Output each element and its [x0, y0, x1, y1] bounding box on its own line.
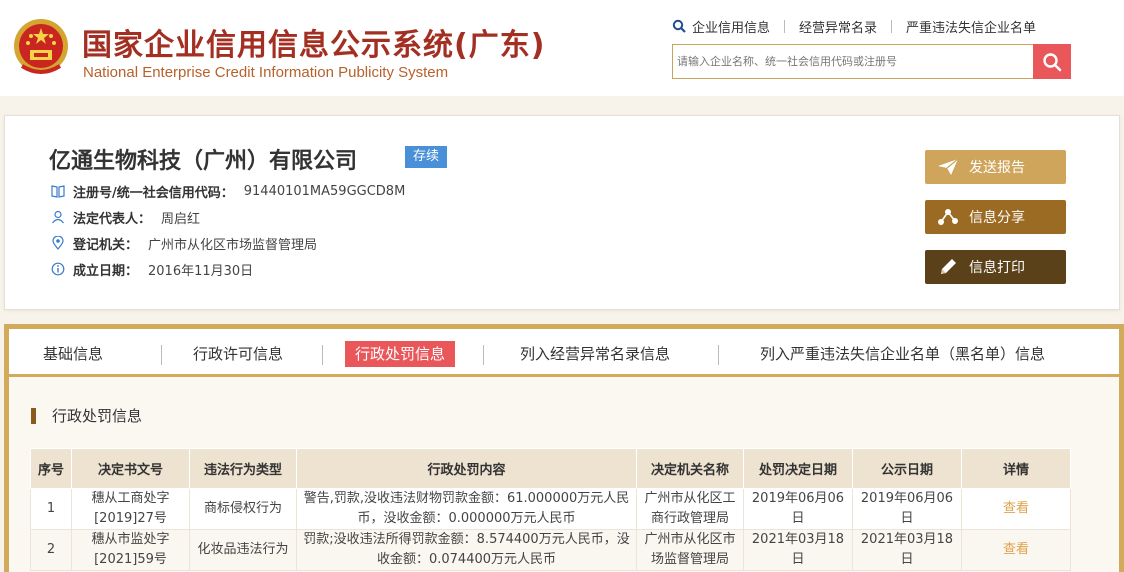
site-header: 国家企业信用信息公示系统(广东) National Enterprise Cre…	[0, 0, 1124, 96]
cell-type: 化妆品违法行为	[189, 529, 297, 571]
company-name: 亿通生物科技（广州）有限公司	[49, 149, 358, 174]
location-pin-icon	[52, 236, 64, 250]
view-detail-link[interactable]: 查看	[1003, 501, 1029, 516]
info-circle-icon	[51, 262, 65, 276]
col-header-detail: 详情	[961, 448, 1071, 489]
tab-divider	[718, 345, 719, 365]
info-panel: 基础信息 行政许可信息 行政处罚信息 列入经营异常名录信息 列入严重违法失信企业…	[4, 324, 1124, 572]
send-report-button[interactable]: 发送报告	[925, 150, 1066, 184]
penalty-section: 行政处罚信息 序号 决定书文号 违法行为类型 行政处罚内容 决定机关名称 处罚决…	[9, 377, 1119, 572]
penalty-table: 序号 决定书文号 违法行为类型 行政处罚内容 决定机关名称 处罚决定日期 公示日…	[30, 448, 1071, 571]
share-label: 信息分享	[969, 210, 1025, 226]
col-header-authority: 决定机关名称	[636, 448, 744, 489]
cell-no: 2	[30, 529, 72, 571]
cell-detail: 查看	[961, 529, 1071, 571]
cell-content: 罚款;没收违法所得罚款金额：8.574400万元人民币，没收金额：0.07440…	[296, 529, 637, 571]
nav-abnormal-list[interactable]: 经营异常名录	[799, 17, 877, 36]
nav-credit-info-label: 企业信用信息	[692, 20, 771, 36]
col-header-content: 行政处罚内容	[296, 448, 637, 489]
company-card: 亿通生物科技（广州）有限公司 存续 注册号/统一社会信用代码： 91440101…	[4, 115, 1120, 310]
cell-type: 商标侵权行为	[189, 488, 297, 530]
founded-date-row: 成立日期： 2016年11月30日	[51, 260, 254, 279]
cell-decision-date: 2019年06月06日	[743, 488, 853, 530]
cell-no: 1	[30, 488, 72, 530]
site-title: 国家企业信用信息公示系统(广东)	[82, 28, 546, 63]
nav-credit-info[interactable]: 企业信用信息	[672, 17, 770, 36]
tab-basic-info[interactable]: 基础信息	[43, 341, 103, 367]
reg-authority-value: 广州市从化区市场监督管理局	[148, 237, 318, 253]
search-icon	[672, 19, 686, 33]
reg-number-row: 注册号/统一社会信用代码： 91440101MA59GGCD8M	[51, 182, 406, 201]
nav-divider	[784, 19, 786, 33]
cell-doc-no: 穗从市监处字[2021]59号	[71, 529, 190, 571]
book-icon	[51, 185, 65, 198]
section-title: 行政处罚信息	[31, 405, 142, 426]
col-header-type: 违法行为类型	[189, 448, 297, 489]
col-header-publish-date: 公示日期	[852, 448, 962, 489]
search-input[interactable]	[673, 45, 1033, 78]
nav-blacklist[interactable]: 严重违法失信企业名单	[906, 17, 1036, 36]
print-button[interactable]: 信息打印	[925, 250, 1066, 284]
founded-date-label: 成立日期：	[73, 263, 139, 279]
cell-authority: 广州市从化区市场监督管理局	[636, 529, 744, 571]
reg-number-label: 注册号/统一社会信用代码：	[73, 185, 234, 201]
legal-rep-row: 法定代表人： 周启红	[51, 208, 201, 227]
nav-divider	[891, 19, 893, 33]
cell-doc-no: 穗从工商处字[2019]27号	[71, 488, 190, 530]
top-nav: 企业信用信息 经营异常名录 严重违法失信企业名单	[672, 16, 1036, 36]
col-header-decision-date: 处罚决定日期	[743, 448, 853, 489]
reg-authority-label: 登记机关：	[73, 237, 139, 253]
tab-abnormal-list[interactable]: 列入经营异常名录信息	[520, 341, 670, 367]
reg-authority-row: 登记机关： 广州市从化区市场监督管理局	[51, 234, 318, 253]
search-button[interactable]	[1033, 44, 1071, 79]
tab-divider	[161, 345, 162, 365]
col-header-no: 序号	[30, 448, 72, 489]
legal-rep-label: 法定代表人：	[73, 211, 152, 227]
tab-divider	[483, 345, 484, 365]
tab-admin-license[interactable]: 行政许可信息	[193, 341, 283, 367]
paper-plane-icon	[938, 158, 959, 175]
tab-blacklist[interactable]: 列入严重违法失信企业名单（黑名单）信息	[760, 341, 1045, 367]
send-report-label: 发送报告	[969, 160, 1025, 176]
person-icon	[52, 210, 64, 224]
cell-publish-date: 2021年03月18日	[852, 529, 962, 571]
share-icon	[938, 209, 958, 225]
share-button[interactable]: 信息分享	[925, 200, 1066, 234]
cell-authority: 广州市从化区工商行政管理局	[636, 488, 744, 530]
table-header-row: 序号 决定书文号 违法行为类型 行政处罚内容 决定机关名称 处罚决定日期 公示日…	[30, 448, 1071, 489]
cell-detail: 查看	[961, 488, 1071, 530]
search-icon	[1043, 52, 1062, 71]
section-title-text: 行政处罚信息	[52, 407, 143, 425]
cell-content: 警告,罚款,没收违法财物罚款金额：61.000000万元人民币，没收金额：0.0…	[296, 488, 637, 530]
table-row: 1 穗从工商处字[2019]27号 商标侵权行为 警告,罚款,没收违法财物罚款金…	[30, 488, 1071, 530]
table-row: 2 穗从市监处字[2021]59号 化妆品违法行为 罚款;没收违法所得罚款金额：…	[30, 529, 1071, 571]
section-title-bar	[31, 407, 36, 424]
pencil-icon	[941, 259, 956, 274]
reg-number-value: 91440101MA59GGCD8M	[243, 183, 406, 199]
national-emblem-icon	[14, 19, 68, 74]
status-badge: 存续	[405, 146, 447, 168]
col-header-doc-no: 决定书文号	[71, 448, 190, 489]
tab-admin-penalty[interactable]: 行政处罚信息	[345, 341, 456, 367]
tab-divider	[322, 345, 323, 365]
legal-rep-value: 周启红	[161, 211, 201, 227]
view-detail-link[interactable]: 查看	[1003, 542, 1029, 557]
search-box	[672, 44, 1034, 79]
cell-decision-date: 2021年03月18日	[743, 529, 853, 571]
tab-bar: 基础信息 行政许可信息 行政处罚信息 列入经营异常名录信息 列入严重违法失信企业…	[9, 329, 1119, 377]
founded-date-value: 2016年11月30日	[148, 263, 254, 279]
cell-publish-date: 2019年06月06日	[852, 488, 962, 530]
print-label: 信息打印	[969, 260, 1025, 276]
site-subtitle: National Enterprise Credit Information P…	[83, 64, 449, 81]
